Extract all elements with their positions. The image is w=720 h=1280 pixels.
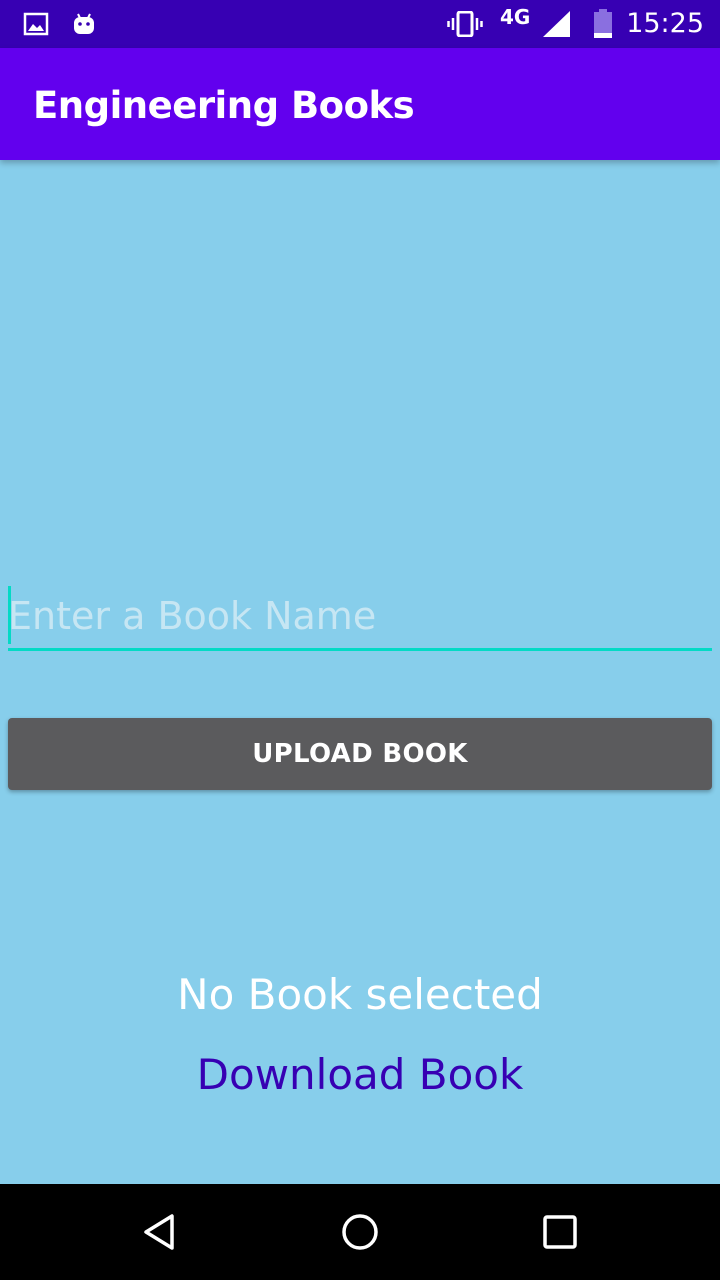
status-bar: 4G 15:25 (0, 0, 720, 48)
android-icon (70, 0, 98, 48)
vibrate-icon (446, 0, 484, 48)
network-type: 4G (500, 5, 531, 29)
clock: 15:25 (626, 8, 704, 39)
battery-icon (590, 0, 616, 48)
navigation-bar (0, 1184, 720, 1280)
selected-book-status: No Book selected (177, 970, 543, 1019)
back-icon[interactable] (100, 1184, 220, 1280)
upload-book-button[interactable]: UPLOAD BOOK (8, 718, 712, 790)
home-icon[interactable] (300, 1184, 420, 1280)
page-title: Engineering Books (33, 84, 415, 127)
app-bar: Engineering Books (0, 48, 720, 160)
download-book-link[interactable]: Download Book (0, 1050, 720, 1099)
recents-icon[interactable] (500, 1184, 620, 1280)
gallery-icon (22, 0, 50, 48)
book-name-field-container (8, 584, 712, 652)
book-name-input[interactable] (8, 584, 712, 651)
signal-icon (540, 0, 572, 48)
